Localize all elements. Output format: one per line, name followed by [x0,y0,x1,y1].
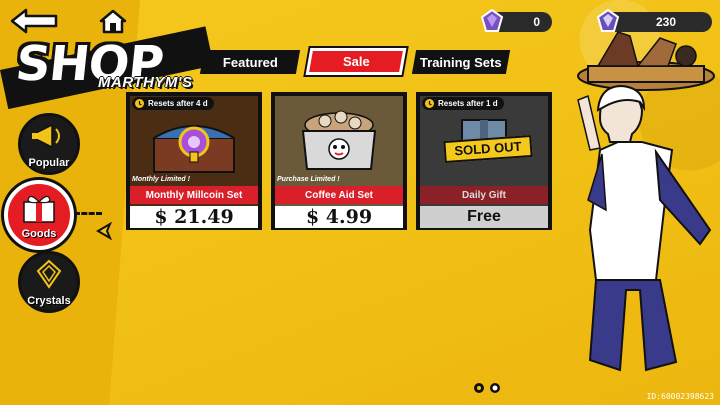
tab-sale[interactable]: Sale [305,48,407,75]
limit-label: Monthly Limited ! [132,176,190,183]
shop-logo: SHOP MARTHYM'S [13,36,192,96]
coffee-box-image [301,110,377,170]
tab-sale-label: Sale [342,54,370,69]
limit-label: Purchase Limited ! [277,176,340,183]
nav-goods-label: Goods [21,228,57,240]
clock-icon [425,99,434,108]
product-price: $ 21.49 [130,206,258,228]
tab-training-sets[interactable]: Training Sets [411,50,511,74]
currency-primary-value: 0 [533,15,540,29]
home-icon[interactable] [98,8,128,34]
shop-subtitle: MARTHYM'S [98,74,193,91]
nav-popular-label: Popular [28,157,70,169]
purple-crystal-icon [480,9,504,32]
nav-crystals-label: Crystals [27,295,71,307]
clock-icon [135,99,144,108]
product-card-monthly-millcoin[interactable]: Resets after 4 d Monthly Limited ! Month… [126,92,262,230]
category-tabs: Featured Sale Training Sets [199,48,512,78]
crystal-icon [36,259,62,289]
back-arrow-icon[interactable] [10,8,58,34]
selection-connector [74,212,102,215]
treasure-chest-image [153,125,235,173]
gift-box-icon [23,195,55,223]
tab-training-sets-label: Training Sets [420,54,502,70]
product-price: Free [420,206,548,228]
reset-text: Resets after 4 d [148,99,208,108]
tab-featured-label: Featured [222,54,278,70]
product-name: Monthly Millcoin Set [130,186,258,204]
product-name: Coffee Aid Set [275,186,403,204]
nav-popular[interactable]: Popular [18,113,80,175]
product-price: $ 4.99 [275,206,403,228]
product-name: Daily Gift [420,186,548,204]
nav-crystals[interactable]: Crystals [18,251,80,313]
product-card-coffee-aid[interactable]: Purchase Limited ! Coffee Aid Set $ 4.99 [271,92,407,230]
currency-primary: 0 [480,9,552,32]
reset-text: Resets after 1 d [438,99,498,108]
nav-goods[interactable]: Goods [4,180,74,250]
selection-arrow-icon [96,222,112,240]
reset-badge: Resets after 4 d [132,97,214,110]
reset-badge: Resets after 1 d [422,97,504,110]
tab-featured[interactable]: Featured [199,50,301,74]
product-card-daily-gift[interactable]: Resets after 1 d SOLD OUT Daily Gift Fre… [416,92,552,230]
megaphone-icon [32,123,60,149]
player-id: ID:60002398623 [646,392,714,401]
page-indicator [474,383,500,393]
shopkeeper-character-image [577,84,712,372]
